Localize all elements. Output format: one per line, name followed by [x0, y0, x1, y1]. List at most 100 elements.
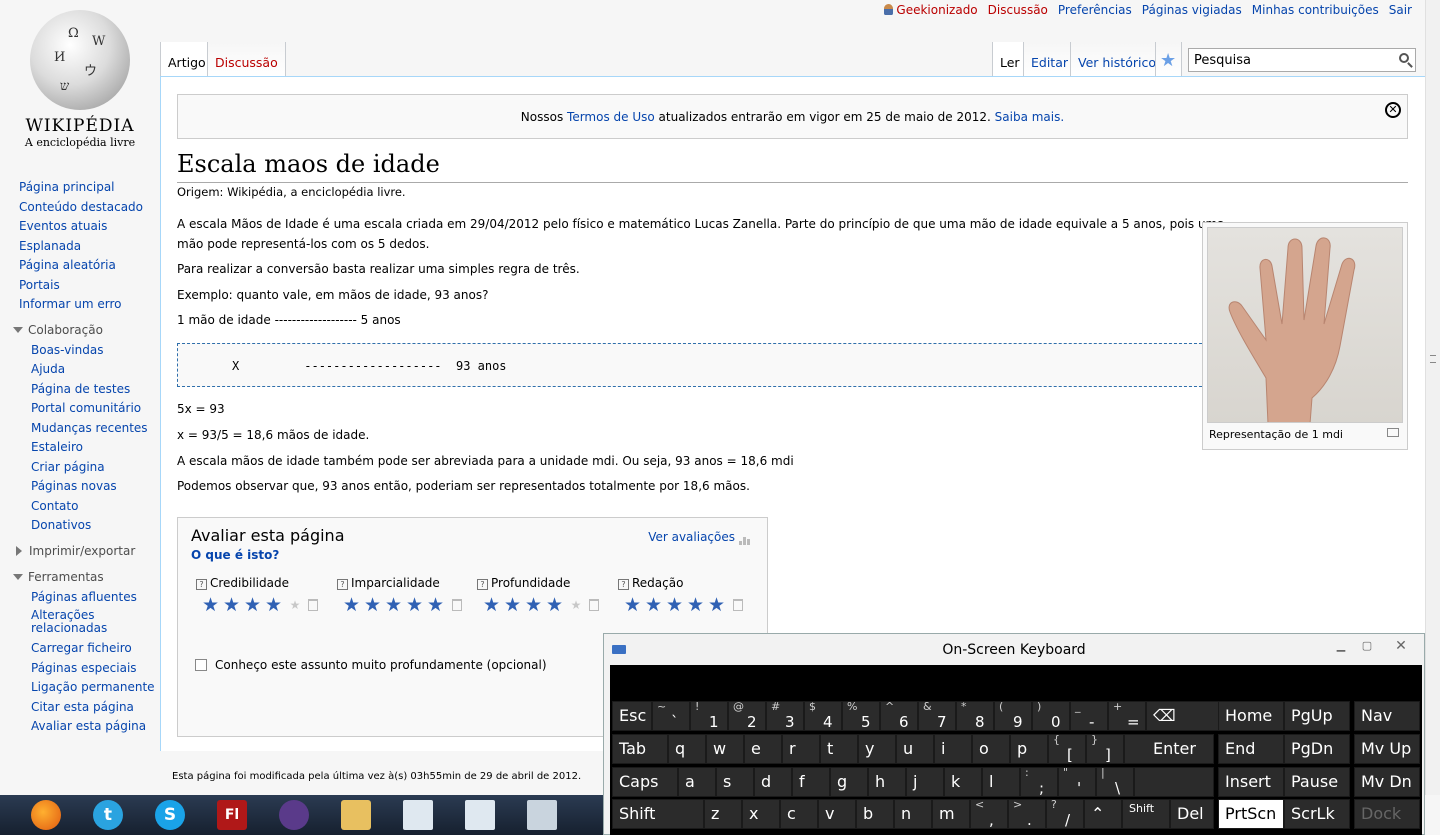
- up-arrow-icon[interactable]: ⌃: [1084, 799, 1122, 829]
- close-icon[interactable]: ✕: [1385, 102, 1401, 118]
- key-i[interactable]: i: [934, 734, 972, 764]
- learn-more-link[interactable]: Saiba mais.: [995, 110, 1065, 124]
- key-m[interactable]: m: [932, 799, 970, 829]
- help-icon[interactable]: ?: [196, 579, 207, 590]
- sidebar-item-contact[interactable]: Contato: [0, 499, 160, 519]
- key-z[interactable]: z: [704, 799, 742, 829]
- wikipedia-logo[interactable]: Ω W И ウ ש WIKIPÉDIA A enciclopédia livre: [10, 8, 150, 158]
- preferences-link[interactable]: Preferências: [1058, 3, 1132, 17]
- star-filled-icon[interactable]: ★: [645, 595, 666, 615]
- key-2[interactable]: @2: [728, 700, 766, 731]
- sidebar-item-estaleiro[interactable]: Estaleiro: [0, 440, 160, 460]
- key-9[interactable]: (9: [994, 700, 1032, 731]
- key-p[interactable]: p: [1010, 734, 1048, 764]
- key-q[interactable]: q: [668, 734, 706, 764]
- key-w[interactable]: w: [706, 734, 744, 764]
- tab-edit[interactable]: Editar: [1023, 42, 1076, 77]
- sidebar-item-permanent-link[interactable]: Ligação permanente: [0, 680, 160, 700]
- key-esc[interactable]: Esc: [612, 701, 652, 731]
- key-e[interactable]: e: [744, 734, 782, 764]
- sidebar-section-print-export[interactable]: Imprimir/exportar: [0, 540, 160, 564]
- star-filled-icon[interactable]: ★: [364, 595, 385, 615]
- sidebar-item-upload[interactable]: Carregar ficheiro: [0, 641, 160, 661]
- help-icon[interactable]: ?: [337, 579, 348, 590]
- search-input[interactable]: [1189, 49, 1379, 71]
- star-empty-icon[interactable]: ★: [286, 595, 304, 615]
- contributions-link[interactable]: Minhas contribuições: [1252, 3, 1379, 17]
- document-window-icon[interactable]: [392, 797, 444, 833]
- key-j[interactable]: j: [906, 767, 944, 797]
- vertical-scrollbar[interactable]: [1425, 0, 1440, 795]
- key-t[interactable]: t: [820, 734, 858, 764]
- search-icon[interactable]: [1399, 53, 1409, 63]
- sidebar-item-cite[interactable]: Citar esta página: [0, 700, 160, 720]
- key-d[interactable]: d: [754, 767, 792, 797]
- tab-article[interactable]: Artigo: [160, 42, 213, 77]
- sidebar-section-collaboration[interactable]: Colaboração: [0, 319, 160, 343]
- clear-rating-icon[interactable]: [733, 599, 743, 611]
- key-prtscn[interactable]: PrtScn: [1218, 799, 1284, 829]
- star-filled-icon[interactable]: ★: [687, 595, 708, 615]
- key-quote[interactable]: " ': [1058, 766, 1096, 797]
- expertise-checkbox[interactable]: [195, 659, 207, 671]
- key-f[interactable]: f: [792, 767, 830, 797]
- star-filled-icon[interactable]: ★: [525, 595, 546, 615]
- key-c[interactable]: c: [780, 799, 818, 829]
- key-6[interactable]: ^ 6: [880, 700, 918, 731]
- key-shift-right[interactable]: Shift: [1122, 799, 1170, 829]
- osk-titlebar[interactable]: On-Screen Keyboard ▁ ▢ ✕: [604, 634, 1424, 666]
- key-o[interactable]: o: [972, 734, 1010, 764]
- star-filled-icon[interactable]: ★: [624, 595, 645, 615]
- key-x[interactable]: x: [742, 799, 780, 829]
- key-slash[interactable]: ? /: [1046, 798, 1084, 829]
- tab-discussion[interactable]: Discussão: [207, 42, 286, 77]
- sidebar-item-sandbox[interactable]: Página de testes: [0, 382, 160, 402]
- key-scrlk[interactable]: ScrLk: [1284, 799, 1350, 829]
- sidebar-item-create-page[interactable]: Criar página: [0, 460, 160, 480]
- star-filled-icon[interactable]: ★: [666, 595, 687, 615]
- firefox-icon[interactable]: [20, 797, 72, 833]
- logout-link[interactable]: Sair: [1389, 3, 1412, 17]
- calculator-icon[interactable]: [516, 797, 568, 833]
- star-filled-icon[interactable]: ★: [427, 595, 448, 615]
- user-name[interactable]: Geekionizado: [896, 3, 977, 17]
- key-5[interactable]: % 5: [842, 700, 880, 731]
- view-ratings-label[interactable]: Ver avaliações: [648, 530, 735, 544]
- sidebar-item-donate[interactable]: Donativos: [0, 518, 160, 538]
- star-filled-icon[interactable]: ★: [244, 595, 265, 615]
- star-filled-icon[interactable]: ★: [546, 595, 567, 615]
- key-comma[interactable]: <,: [970, 798, 1008, 829]
- key-u[interactable]: u: [896, 734, 934, 764]
- user-link[interactable]: Geekionizado: [884, 3, 978, 17]
- key-r[interactable]: r: [782, 734, 820, 764]
- key-v[interactable]: v: [818, 799, 856, 829]
- minimize-icon[interactable]: ▁: [1328, 638, 1354, 654]
- key-equals[interactable]: + =: [1108, 700, 1146, 731]
- folder-icon[interactable]: [330, 797, 382, 833]
- sidebar-item-village-pump[interactable]: Esplanada: [0, 239, 160, 259]
- key-backtick[interactable]: ~ `: [652, 700, 690, 731]
- key-right-bracket[interactable]: }]: [1086, 733, 1124, 764]
- maximize-icon[interactable]: ▢: [1354, 638, 1380, 654]
- hand-image[interactable]: [1207, 227, 1403, 423]
- sidebar-item-new-pages[interactable]: Páginas novas: [0, 479, 160, 499]
- clear-rating-icon[interactable]: [308, 599, 318, 611]
- clear-rating-icon[interactable]: [589, 599, 599, 611]
- help-icon[interactable]: ?: [477, 579, 488, 590]
- key-nav[interactable]: Nav: [1354, 701, 1420, 731]
- star-filled-icon[interactable]: ★: [265, 595, 286, 615]
- key-s[interactable]: s: [716, 767, 754, 797]
- tab-read[interactable]: Ler: [992, 42, 1027, 77]
- key-pgdn[interactable]: PgDn: [1284, 734, 1350, 764]
- flash-icon[interactable]: Fl: [206, 797, 258, 833]
- key-0[interactable]: ) 0: [1032, 700, 1070, 731]
- key-backslash[interactable]: | \: [1096, 766, 1134, 797]
- key-end[interactable]: End: [1218, 734, 1284, 764]
- document-window-icon-2[interactable]: [454, 797, 506, 833]
- star-empty-icon[interactable]: ★: [567, 595, 585, 615]
- sidebar-section-tools[interactable]: Ferramentas: [0, 566, 160, 590]
- sidebar-item-main-page[interactable]: Página principal: [0, 180, 160, 200]
- key-3[interactable]: #3: [766, 700, 804, 731]
- clear-rating-icon[interactable]: [452, 599, 462, 611]
- key-h[interactable]: h: [868, 767, 906, 797]
